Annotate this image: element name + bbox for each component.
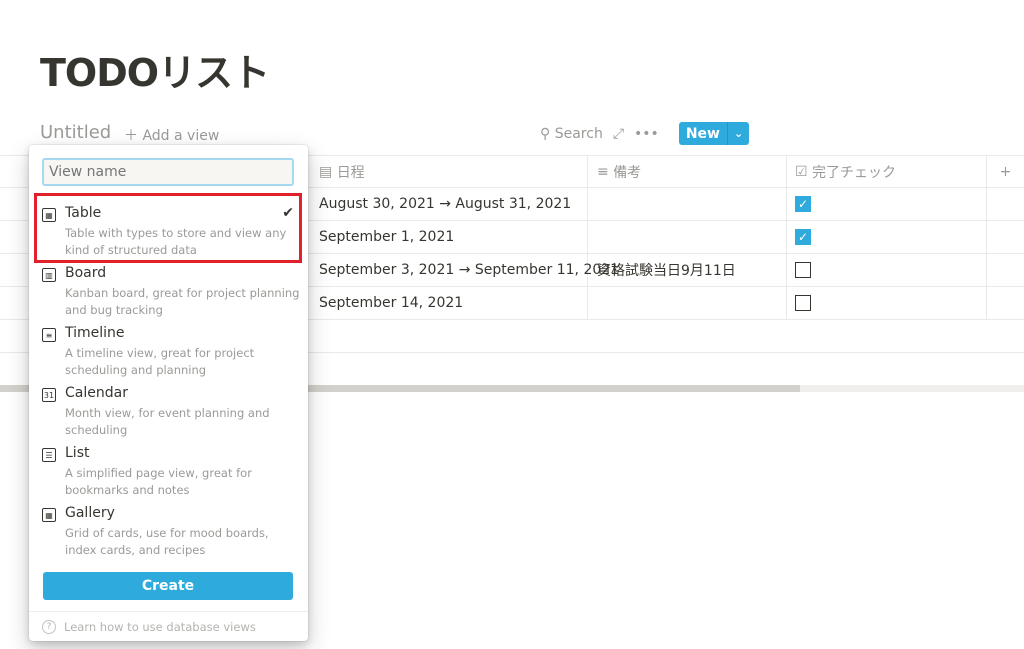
help-label: Learn how to use database views (64, 619, 256, 634)
checkbox-icon: ☑ (795, 163, 813, 180)
view-tab-untitled[interactable]: Untitled (40, 122, 111, 143)
add-column-button[interactable]: + (987, 156, 1024, 187)
done-checkbox[interactable] (795, 295, 811, 311)
done-cell: ✓ (787, 188, 987, 220)
done-cell (787, 254, 987, 286)
view-option-timeline[interactable]: ≡ Timeline A timeline view, great for pr… (29, 323, 308, 383)
date-cell[interactable]: September 14, 2021 (310, 287, 588, 319)
note-cell[interactable] (588, 188, 787, 220)
page-title: TODOリスト (40, 51, 270, 95)
add-view-button[interactable]: ＋ Add a view (124, 125, 219, 145)
note-cell[interactable] (588, 221, 787, 253)
done-checkbox[interactable]: ✓ (795, 196, 811, 212)
option-description: Month view, for event planning and sched… (65, 406, 270, 437)
search-button[interactable]: ⚲ Search (540, 126, 603, 142)
board-icon: ▥ (42, 268, 56, 282)
gallery-icon: ▦ (42, 508, 56, 522)
column-label: 完了チェック (812, 164, 897, 181)
toolbar: ⚲ Search ⤢ ••• New ⌄ (540, 122, 750, 145)
calendar-icon: ▤ (319, 163, 337, 180)
create-button[interactable]: Create (43, 572, 293, 600)
option-name: Timeline (65, 325, 125, 341)
text-icon: ≡ (597, 163, 614, 180)
option-name: Calendar (65, 385, 128, 401)
empty-cell (987, 188, 1024, 220)
new-button-group: New ⌄ (678, 122, 750, 145)
timeline-icon: ≡ (42, 328, 56, 342)
column-header-done[interactable]: ☑ 完了チェック (787, 156, 987, 187)
date-cell[interactable]: August 30, 2021 → August 31, 2021 (310, 188, 588, 220)
search-label: Search (554, 125, 603, 142)
empty-cell (987, 254, 1024, 286)
done-checkbox[interactable] (795, 262, 811, 278)
done-checkbox[interactable]: ✓ (795, 229, 811, 245)
highlight-box (34, 193, 302, 263)
list-icon: ☰ (42, 448, 56, 462)
column-header-date[interactable]: ▤ 日程 (310, 156, 588, 187)
plus-icon: ＋ (124, 128, 143, 144)
date-cell[interactable]: September 3, 2021 → September 11, 2021 (310, 254, 619, 286)
more-icon[interactable]: ••• (634, 126, 659, 142)
view-option-list[interactable]: ☰ List A simplified page view, great for… (29, 443, 308, 503)
search-icon: ⚲ (540, 125, 555, 142)
chevron-down-icon[interactable]: ⌄ (726, 122, 749, 145)
expand-icon[interactable]: ⤢ (613, 126, 624, 142)
option-description: Grid of cards, use for mood boards, inde… (65, 526, 269, 557)
option-name: Board (65, 265, 107, 281)
option-name: List (65, 445, 90, 461)
view-name-input[interactable] (42, 158, 294, 186)
add-view-label: Add a view (142, 128, 220, 144)
done-cell (787, 287, 987, 319)
help-link[interactable]: ? Learn how to use database views (29, 611, 308, 641)
column-label: 備考 (613, 164, 642, 181)
empty-cell (987, 287, 1024, 319)
option-description: A timeline view, great for project sched… (65, 346, 255, 377)
option-name: Gallery (65, 505, 115, 521)
calendar-icon: 31 (42, 388, 56, 402)
date-cell[interactable]: September 1, 2021 (310, 221, 588, 253)
done-cell: ✓ (787, 221, 987, 253)
column-header-note[interactable]: ≡ 備考 (588, 156, 787, 187)
help-icon: ? (42, 619, 56, 634)
column-label: 日程 (336, 164, 365, 181)
option-description: A simplified page view, great for bookma… (65, 466, 252, 497)
empty-cell (987, 221, 1024, 253)
note-cell[interactable] (588, 287, 787, 319)
view-option-board[interactable]: ▥ Board Kanban board, great for project … (29, 263, 308, 323)
option-description: Kanban board, great for project planning… (65, 286, 300, 317)
view-option-calendar[interactable]: 31 Calendar Month view, for event planni… (29, 383, 308, 443)
note-cell[interactable]: 資格試験当日9月11日 (588, 254, 787, 286)
new-button[interactable]: New (679, 122, 727, 145)
view-option-gallery[interactable]: ▦ Gallery Grid of cards, use for mood bo… (29, 503, 308, 563)
